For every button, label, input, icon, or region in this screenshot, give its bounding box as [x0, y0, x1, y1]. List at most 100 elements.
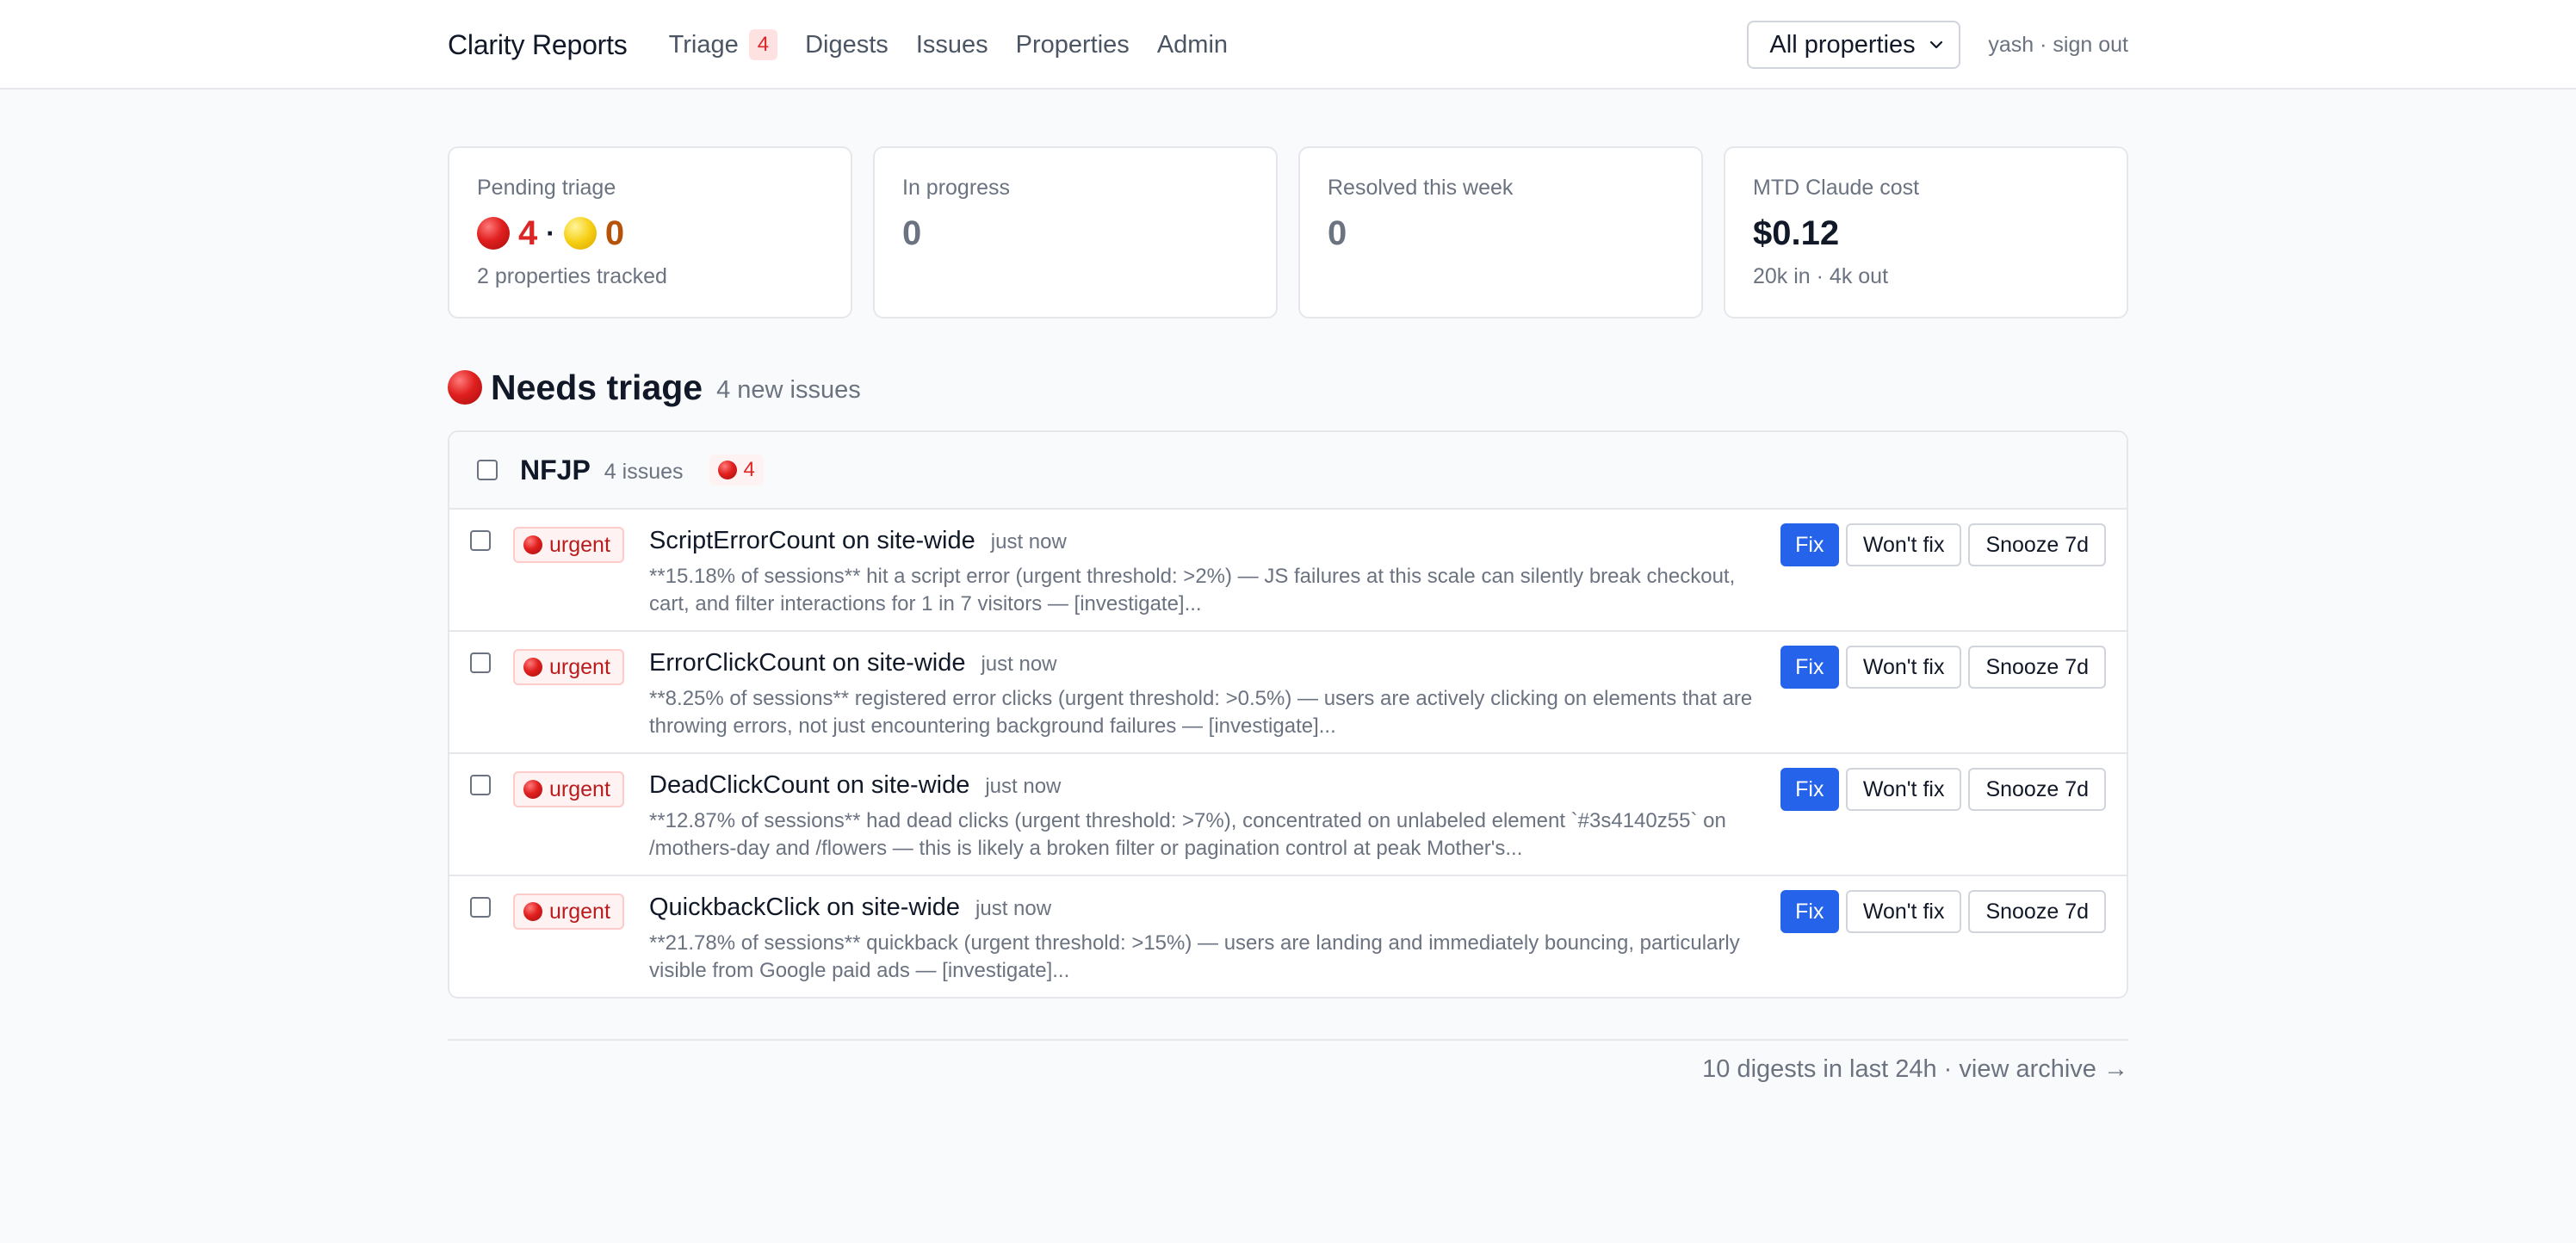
issue-description: **15.18% of sessions** hit a script erro… — [649, 565, 1736, 615]
severity-badge: urgent — [513, 649, 624, 685]
wont-fix-button[interactable]: Won't fix — [1845, 523, 1962, 566]
section-header: Needs triage 4 new issues — [448, 362, 2128, 413]
issue-checkbox[interactable] — [470, 897, 491, 918]
cost-card: MTD Claude cost $0.12 20k in · 4k out — [1724, 146, 2128, 318]
wont-fix-button[interactable]: Won't fix — [1845, 646, 1962, 689]
issue-checkbox[interactable] — [470, 775, 491, 795]
issue-row: urgent ScriptErrorCount on site-wide jus… — [449, 510, 2127, 632]
section-title: Needs triage — [448, 368, 703, 408]
issue-description: **12.87% of sessions** had dead clicks (… — [649, 809, 1726, 860]
brand-logo[interactable]: Clarity Reports — [448, 29, 628, 61]
issue-actions: Fix Won't fix Snooze 7d — [1780, 523, 2106, 566]
resolved-card: Resolved this week 0 — [1298, 146, 1703, 318]
card-label: MTD Claude cost — [1753, 176, 1920, 200]
issue-title[interactable]: ScriptErrorCount on site-wide just now — [649, 527, 1067, 555]
fix-button[interactable]: Fix — [1780, 890, 1839, 933]
issue-title-text: ErrorClickCount on site-wide — [649, 649, 966, 677]
issue-description: **8.25% of sessions** registered error c… — [649, 687, 1753, 738]
issue-actions: Fix Won't fix Snooze 7d — [1780, 768, 2106, 811]
severity-label: urgent — [549, 654, 610, 679]
group-count: 4 issues — [604, 459, 684, 484]
section-count: 4 new issues — [716, 375, 861, 404]
issue-actions: Fix Won't fix Snooze 7d — [1780, 890, 2106, 933]
card-value: 0 — [902, 214, 922, 252]
in-progress-card: In progress 0 — [873, 146, 1278, 318]
footer: 10 digests in last 24h · view archive → — [448, 1055, 2128, 1084]
issue-title-text: ScriptErrorCount on site-wide — [649, 527, 975, 554]
red-circle-icon — [523, 902, 542, 921]
view-archive-link[interactable]: 10 digests in last 24h · view archive → — [1702, 1055, 2128, 1083]
issue-row: urgent DeadClickCount on site-wide just … — [449, 754, 2127, 876]
fix-button[interactable]: Fix — [1780, 646, 1839, 689]
nav-item-properties[interactable]: Properties — [1016, 31, 1130, 59]
warning-count: 0 — [604, 214, 625, 252]
issue-timestamp: just now — [985, 775, 1062, 798]
severity-badge: urgent — [513, 527, 624, 563]
nav-item-digests[interactable]: Digests — [805, 31, 889, 59]
issue-timestamp: just now — [975, 897, 1052, 920]
section-title-text: Needs triage — [491, 367, 703, 407]
nav-label: Triage — [668, 30, 739, 59]
fix-button[interactable]: Fix — [1780, 523, 1839, 566]
yellow-circle-icon — [563, 217, 597, 250]
nav-item-admin[interactable]: Admin — [1157, 31, 1228, 59]
severity-badge: urgent — [513, 771, 624, 807]
wont-fix-button[interactable]: Won't fix — [1845, 768, 1962, 811]
card-subtext: 20k in · 4k out — [1753, 264, 1889, 288]
issue-description: **21.78% of sessions** quickback (urgent… — [649, 931, 1740, 982]
snooze-button[interactable]: Snooze 7d — [1968, 646, 2106, 689]
issue-title-text: DeadClickCount on site-wide — [649, 771, 970, 799]
top-bar: Clarity Reports Triage 4 Digests Issues … — [0, 0, 2576, 90]
issue-group: NFJP 4 issues 4 urgent ScriptErrorCount … — [448, 430, 2128, 999]
issue-title[interactable]: QuickbackClick on site-wide just now — [649, 894, 1051, 922]
severity-label: urgent — [549, 776, 610, 801]
card-subtext: 2 properties tracked — [477, 264, 667, 288]
wont-fix-button[interactable]: Won't fix — [1845, 890, 1962, 933]
chevron-down-icon — [1930, 40, 1943, 49]
urgent-count: 4 — [518, 214, 538, 252]
property-select[interactable]: All properties — [1747, 21, 1961, 69]
issue-row: urgent QuickbackClick on site-wide just … — [449, 876, 2127, 997]
fix-button[interactable]: Fix — [1780, 768, 1839, 811]
red-circle-icon — [448, 370, 482, 405]
red-circle-icon — [717, 461, 737, 479]
red-circle-icon — [523, 780, 542, 799]
nav-item-issues[interactable]: Issues — [916, 31, 988, 59]
issue-checkbox[interactable] — [470, 530, 491, 551]
issue-timestamp: just now — [981, 652, 1057, 676]
issue-checkbox[interactable] — [470, 652, 491, 673]
card-label: Pending triage — [477, 176, 616, 200]
issue-title[interactable]: DeadClickCount on site-wide just now — [649, 771, 1061, 800]
main-nav: Triage 4 Digests Issues Properties Admin — [669, 29, 1255, 60]
snooze-button[interactable]: Snooze 7d — [1968, 523, 2106, 566]
issue-row: urgent ErrorClickCount on site-wide just… — [449, 632, 2127, 754]
select-all-checkbox[interactable] — [477, 460, 498, 480]
separator: · — [546, 218, 555, 249]
footer-divider — [448, 1039, 2128, 1041]
red-circle-icon — [477, 217, 510, 250]
issue-title-text: QuickbackClick on site-wide — [649, 894, 961, 921]
user-sign-out-link[interactable]: yash · sign out — [1988, 33, 2128, 58]
issue-timestamp: just now — [990, 530, 1067, 553]
group-header: NFJP 4 issues 4 — [449, 432, 2127, 510]
group-badge-count: 4 — [743, 458, 755, 481]
severity-label: urgent — [549, 532, 610, 557]
snooze-button[interactable]: Snooze 7d — [1968, 768, 2106, 811]
issue-actions: Fix Won't fix Snooze 7d — [1780, 646, 2106, 689]
card-label: Resolved this week — [1328, 176, 1514, 200]
nav-item-triage[interactable]: Triage 4 — [668, 29, 778, 60]
red-circle-icon — [523, 658, 542, 677]
card-value: 4 · 0 — [477, 213, 823, 254]
property-select-value: All properties — [1769, 30, 1916, 59]
severity-label: urgent — [549, 899, 610, 924]
card-value: 0 — [1328, 214, 1347, 252]
card-label: In progress — [902, 176, 1011, 200]
red-circle-icon — [523, 535, 542, 554]
card-value: $0.12 — [1753, 214, 1840, 252]
issue-title[interactable]: ErrorClickCount on site-wide just now — [649, 649, 1057, 677]
severity-badge: urgent — [513, 894, 624, 930]
group-name: NFJP — [520, 454, 591, 485]
stat-cards: Pending triage 4 · 0 2 properties tracke… — [448, 146, 2128, 318]
group-urgent-badge: 4 — [709, 455, 764, 485]
snooze-button[interactable]: Snooze 7d — [1968, 890, 2106, 933]
